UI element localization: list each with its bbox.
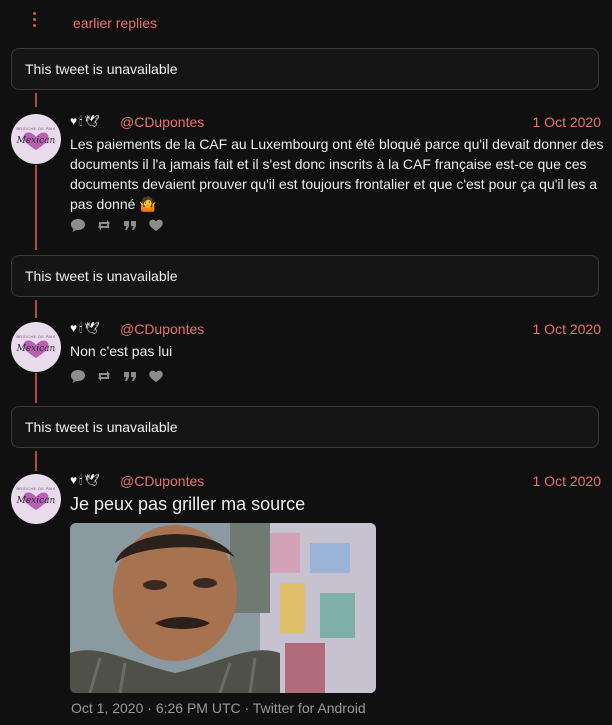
retweet-icon[interactable] [96, 217, 112, 233]
username-link[interactable]: @CDupontes [120, 321, 204, 337]
username-link[interactable]: @CDupontes [120, 114, 204, 130]
like-icon[interactable] [148, 217, 164, 233]
username-link[interactable]: @CDupontes [120, 473, 204, 489]
unavailable-text: This tweet is unavailable [25, 419, 178, 435]
thread-line [35, 373, 37, 403]
unavailable-text: This tweet is unavailable [25, 61, 178, 77]
quote-icon[interactable] [122, 217, 138, 233]
thread-line [35, 451, 37, 471]
tweet-text: Je peux pas griller ma source [70, 494, 306, 514]
reply-icon[interactable] [70, 217, 86, 233]
quote-icon[interactable] [122, 368, 138, 384]
unavailable-text: This tweet is unavailable [25, 268, 178, 284]
avatar[interactable]: BRIOCHE DE PAIX Mexican [11, 114, 61, 164]
retweet-icon[interactable] [96, 368, 112, 384]
man-photo-image [70, 523, 376, 693]
tweet-photo[interactable] [70, 523, 376, 693]
tweet-header: ♥🕯🕊 @CDupontes 1 Oct 2020 [70, 114, 601, 132]
earlier-replies-link[interactable]: earlier replies [0, 0, 612, 46]
tweet-header: ♥🕯🕊 @CDupontes 1 Oct 2020 [70, 473, 601, 491]
tweet-actions [70, 368, 170, 384]
more-dots-icon [32, 12, 38, 32]
like-icon[interactable] [148, 368, 164, 384]
tweet-date[interactable]: 1 Oct 2020 [533, 473, 602, 489]
profile-emoji-bar: ♥🕯🕊 [70, 114, 102, 128]
avatar-script-text: Mexican [16, 136, 56, 146]
avatar[interactable]: BRIOCHE DE PAIX Mexican [11, 322, 61, 372]
earlier-replies-label: earlier replies [73, 15, 158, 31]
thread-line [35, 300, 37, 318]
tweet-header: ♥🕯🕊 @CDupontes 1 Oct 2020 [70, 321, 601, 339]
tweet-text: Les paiements de la CAF au Luxembourg on… [70, 136, 604, 212]
tweet-timestamp-footer: Oct 1, 2020 · 6:26 PM UTC · Twitter for … [71, 700, 366, 716]
avatar[interactable]: BRIOCHE DE PAIX Mexican [11, 474, 61, 524]
unavailable-tweet: This tweet is unavailable [11, 255, 599, 297]
avatar-script-text: Mexican [16, 496, 56, 506]
tweet-date[interactable]: 1 Oct 2020 [533, 321, 602, 337]
profile-emoji-bar: ♥🕯🕊 [70, 321, 102, 335]
thread-line [35, 165, 37, 250]
unavailable-tweet: This tweet is unavailable [11, 48, 599, 90]
tweet-actions [70, 217, 170, 233]
reply-icon[interactable] [70, 368, 86, 384]
tweet-text: Non c'est pas lui [70, 343, 173, 359]
thread-line [35, 93, 37, 107]
profile-emoji-bar: ♥🕯🕊 [70, 473, 102, 487]
unavailable-tweet: This tweet is unavailable [11, 406, 599, 448]
tweet-date[interactable]: 1 Oct 2020 [533, 114, 602, 130]
avatar-script-text: Mexican [16, 344, 56, 354]
